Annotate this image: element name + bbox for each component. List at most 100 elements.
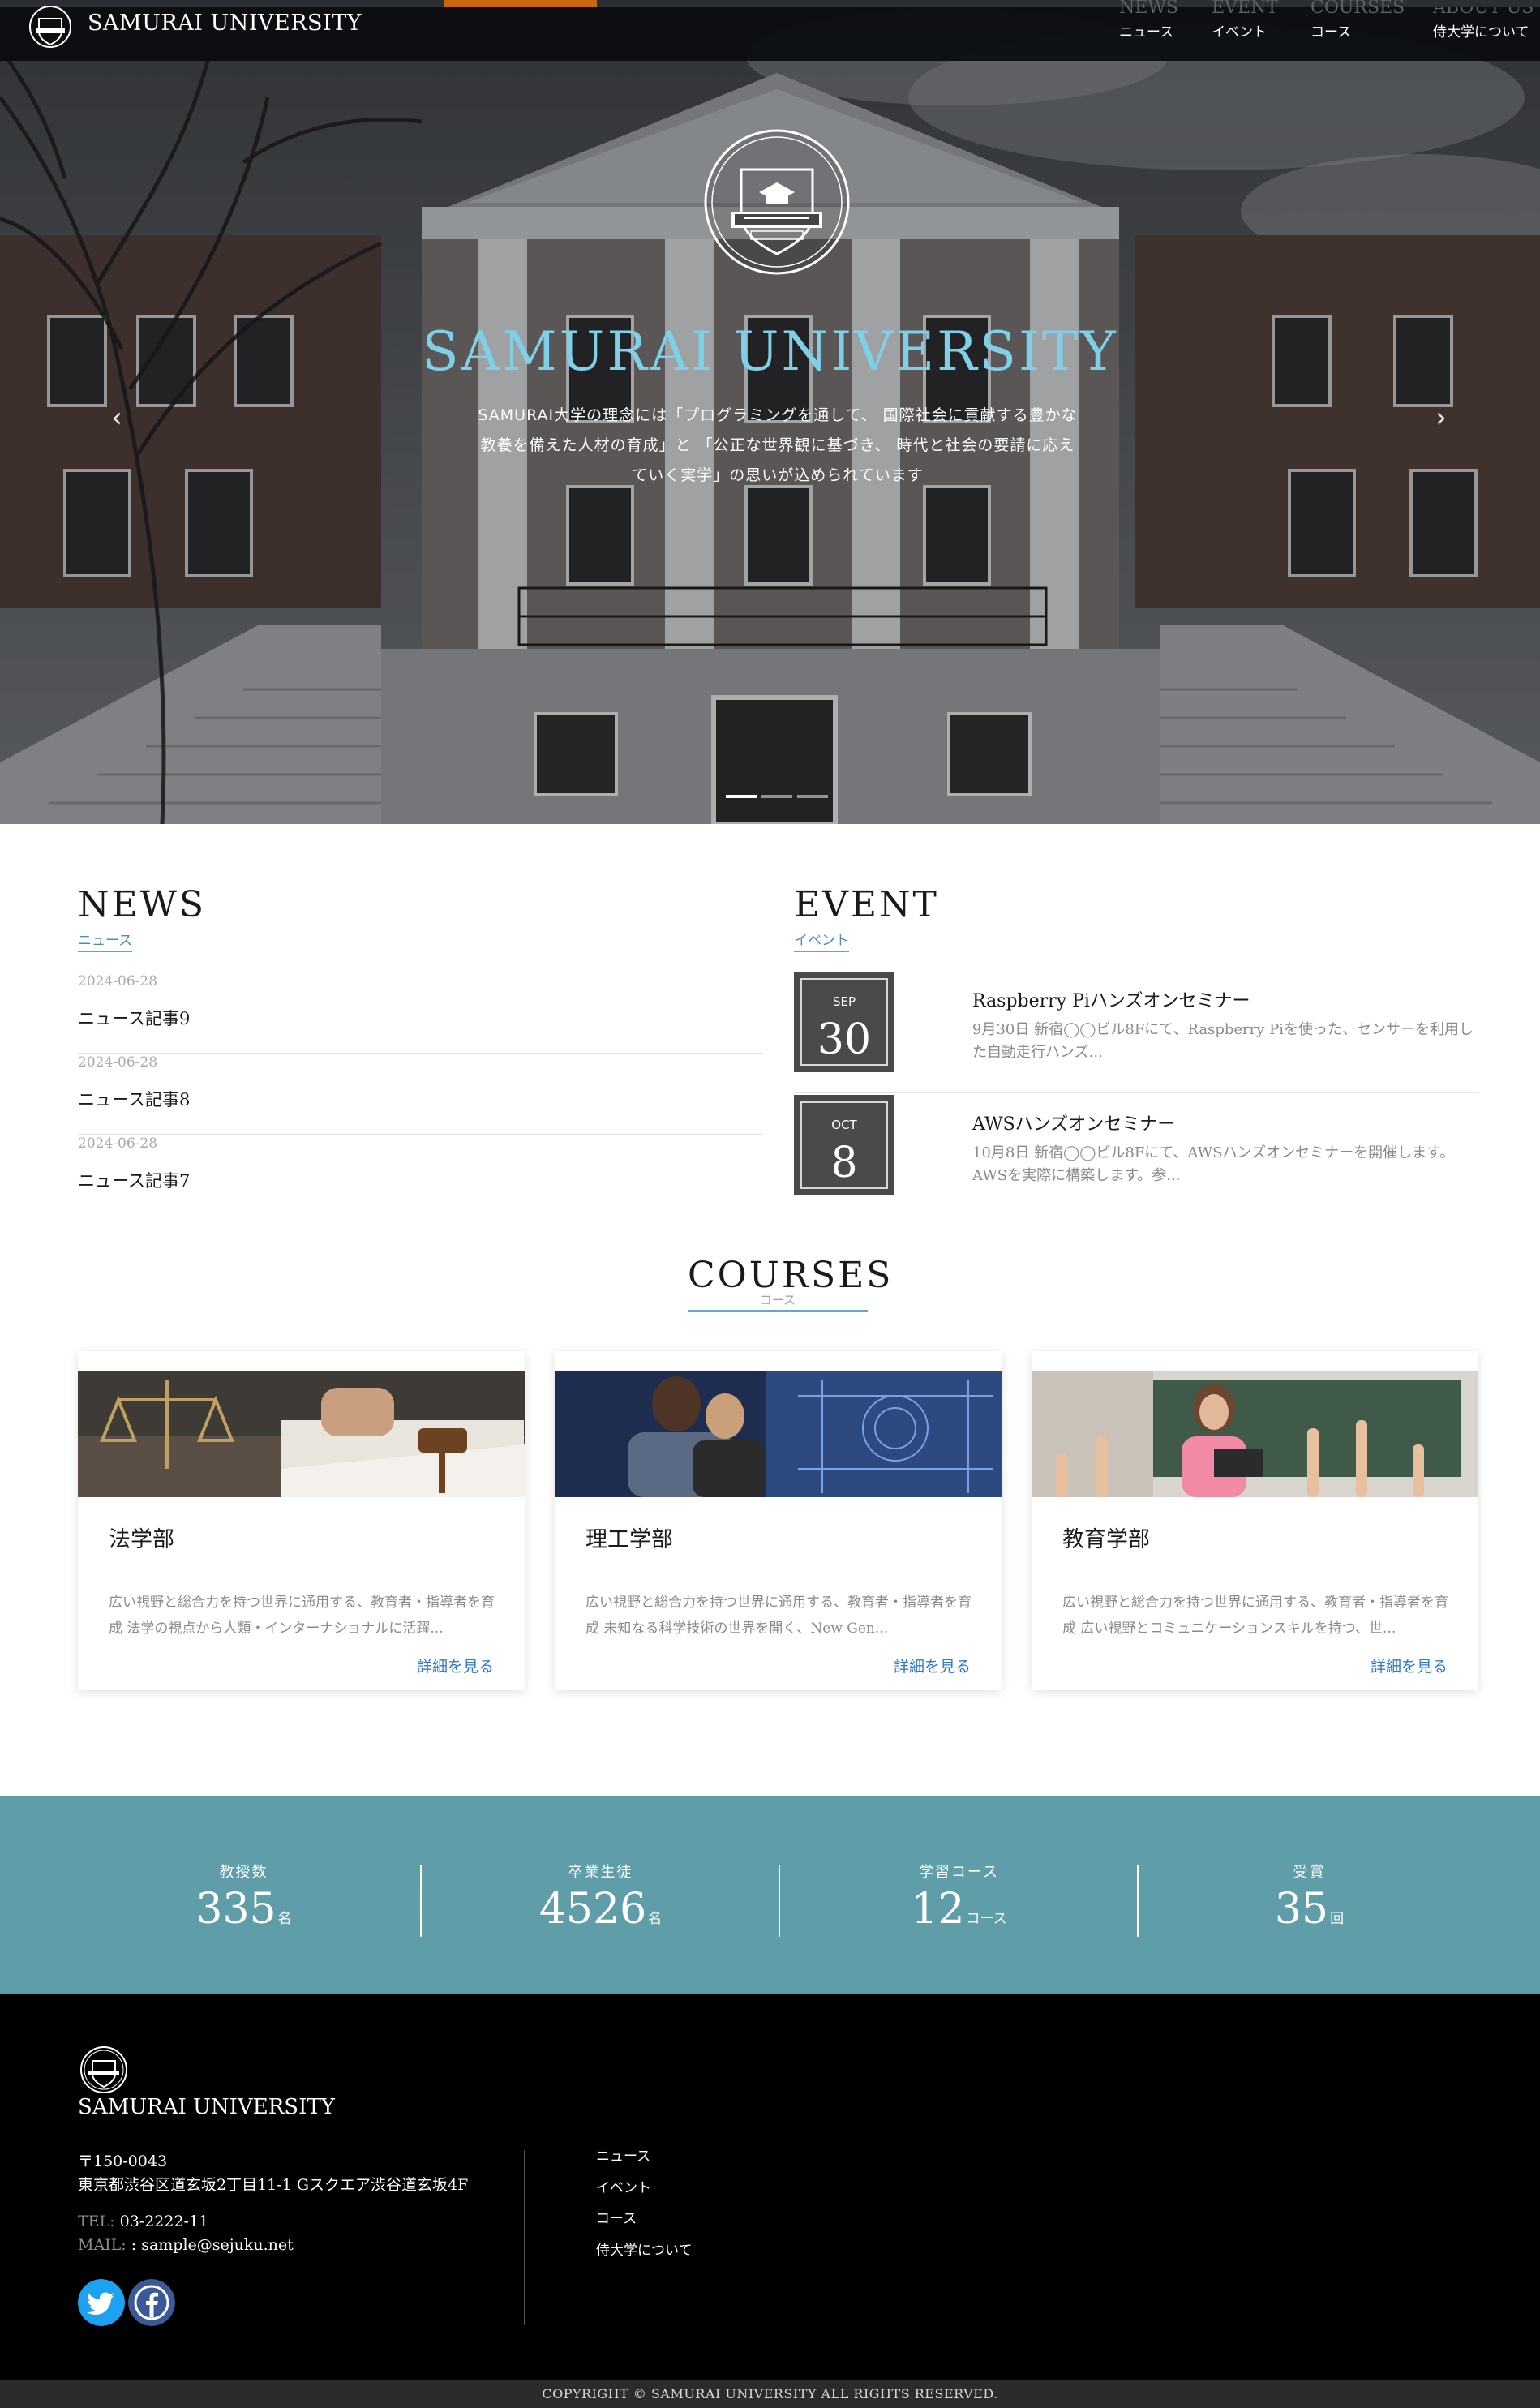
footer-link-courses[interactable]: コース (596, 2204, 693, 2235)
news-item[interactable]: 2024-06-28 ニュース記事7 (78, 1135, 763, 1217)
event-date-badge: SEP 30 (794, 972, 894, 1072)
course-name: 法学部 (109, 1527, 174, 1552)
course-more-link[interactable]: 詳細を見る (894, 1655, 971, 1676)
logo-icon[interactable] (28, 4, 73, 49)
stat-label: 卒業生徒 (568, 1864, 633, 1881)
carousel-indicator[interactable] (726, 795, 757, 798)
footer-logo-icon[interactable] (79, 2045, 129, 2095)
course-image-education (1032, 1371, 1478, 1497)
news-section: NEWS ニュース 2024-06-28 ニュース記事9 2024-06-28 … (78, 884, 763, 1191)
mail-value[interactable]: : sample@sejuku.net (131, 2236, 294, 2254)
event-item[interactable]: OCT 8 AWSハンズオンセミナー 10月8日 新宿◯◯ビル8Fにて、AWSハ… (794, 1095, 1479, 1217)
hero-description: SAMURAI大学の理念には「プログラミングを通して、 国際社会に貢献する豊かな… (421, 401, 1135, 491)
event-item[interactable]: SEP 30 Raspberry Piハンズオンセミナー 9月30日 新宿◯◯ビ… (794, 972, 1479, 1093)
stat-awards: 受賞 35 回 (1130, 1796, 1488, 1994)
section-title: COURSES (688, 1255, 894, 1296)
stats-band: 教授数 335 名 卒業生徒 4526 名 学習コース 12 コース 受賞 35 回 (0, 1796, 1540, 1994)
courses-heading: COURSES コース (688, 1255, 894, 1312)
header-brand[interactable]: SAMURAI UNIVERSITY (88, 11, 362, 36)
stat-unit: コース (966, 1911, 1007, 1927)
course-more-link[interactable]: 詳細を見る (417, 1655, 494, 1676)
stat-professors: 教授数 335 名 (65, 1796, 423, 1994)
news-date: 2024-06-28 (78, 973, 158, 989)
nav-item-jp: 侍大学について (1433, 24, 1529, 41)
footer-link-event[interactable]: イベント (596, 2173, 693, 2204)
carousel-indicator[interactable] (797, 795, 828, 798)
course-card-education[interactable]: 教育学部 広い視野と総合力を持つ世界に通用する、教育者・指導者を育成 広い視野と… (1032, 1351, 1478, 1690)
stat-value-wrap: 35 回 (1130, 1885, 1488, 1934)
event-title: Raspberry Piハンズオンセミナー (972, 991, 1250, 1011)
news-item[interactable]: 2024-06-28 ニュース記事8 (78, 1054, 763, 1135)
nav-item-event[interactable]: EVENT イベント (1212, 0, 1278, 41)
hero-description-line: SAMURAI大学の理念には「プログラミングを通して、 国際社会に貢献する豊かな (478, 406, 1078, 424)
carousel-indicators (726, 795, 831, 800)
footer-street: 東京都渋谷区道玄坂2丁目11-1 Gスクエア渋谷道玄坂4F (78, 2176, 469, 2194)
mail-label: MAIL: (78, 2236, 127, 2254)
course-text: 広い視野と総合力を持つ世界に通用する、教育者・指導者を育成 法学の視点から人類・… (109, 1595, 495, 1637)
stat-unit: 名 (277, 1911, 292, 1927)
nav-item-en: COURSES (1311, 0, 1405, 18)
course-more-link[interactable]: 詳細を見る (1371, 1655, 1448, 1676)
footer-address: 〒150-0043 東京都渋谷区道玄坂2丁目11-1 Gスクエア渋谷道玄坂4F (78, 2150, 468, 2197)
event-text: 10月8日 新宿◯◯ビル8Fにて、AWSハンズオンセミナーを開催します。AWSを… (972, 1144, 1455, 1184)
footer-mail: MAIL: : sample@sejuku.net (78, 2234, 294, 2257)
nav-item-about[interactable]: ABOUT US 侍大学について (1433, 7, 1540, 41)
facebook-icon[interactable] (128, 2279, 175, 2326)
stat-value: 12 (911, 1885, 965, 1934)
nav-item-news[interactable]: NEWS ニュース (1119, 0, 1178, 41)
footer-tel: TEL: 03-2222-11 (78, 2210, 294, 2234)
event-title: AWSハンズオンセミナー (972, 1114, 1176, 1135)
footer-contact: TEL: 03-2222-11 MAIL: : sample@sejuku.ne… (78, 2210, 294, 2257)
chevron-right-icon[interactable]: › (1429, 401, 1453, 434)
course-image-engineering (555, 1371, 1002, 1497)
news-title: ニュース記事9 (78, 1009, 191, 1028)
news-heading: NEWS ニュース (78, 884, 763, 952)
chevron-left-icon[interactable]: ‹ (105, 401, 129, 434)
stat-value-wrap: 4526 名 (422, 1885, 779, 1934)
course-card-engineering[interactable]: 理工学部 広い視野と総合力を持つ世界に通用する、教育者・指導者を育成 未知なる科… (555, 1351, 1002, 1690)
news-date: 2024-06-28 (78, 1135, 158, 1152)
event-month: OCT (831, 1118, 857, 1132)
stat-value: 4526 (538, 1885, 647, 1934)
copyright: COPYRIGHT © SAMURAI UNIVERSITY ALL RIGHT… (0, 2380, 1540, 2408)
stat-graduates: 卒業生徒 4526 名 (422, 1796, 779, 1994)
site-footer: SAMURAI UNIVERSITY 〒150-0043 東京都渋谷区道玄坂2丁… (0, 1994, 1540, 2380)
nav-item-jp: ニュース (1119, 24, 1174, 41)
course-card-law[interactable]: 法学部 広い視野と総合力を持つ世界に通用する、教育者・指導者を育成 法学の視点か… (78, 1351, 525, 1690)
tel-value[interactable]: 03-2222-11 (120, 2213, 209, 2230)
event-text: 9月30日 新宿◯◯ビル8Fにて、Raspberry Piを使った、センサーを利… (972, 1021, 1474, 1061)
section-title: EVENT (794, 884, 939, 925)
course-text: 広い視野と総合力を持つ世界に通用する、教育者・指導者を育成 広い視野とコミュニケ… (1062, 1595, 1448, 1637)
tel-label: TEL: (78, 2213, 115, 2230)
footer-postal: 〒150-0043 (78, 2153, 168, 2170)
nav-item-courses[interactable]: COURSES コース (1311, 0, 1405, 41)
section-title: NEWS (78, 884, 206, 925)
event-month: SEP (832, 994, 856, 1009)
news-item[interactable]: 2024-06-28 ニュース記事9 (78, 973, 763, 1054)
stat-value: 35 (1274, 1885, 1329, 1934)
event-date-badge: OCT 8 (794, 1095, 894, 1195)
nav-item-jp: イベント (1212, 24, 1267, 41)
nav-item-en: NEWS (1119, 0, 1178, 18)
news-title: ニュース記事8 (78, 1090, 191, 1110)
course-image-law (78, 1371, 525, 1497)
stat-label: 受賞 (1293, 1864, 1326, 1881)
carousel-indicator[interactable] (761, 795, 792, 798)
nav-active-indicator (444, 0, 597, 7)
section-subtitle: ニュース (78, 929, 133, 952)
news-date: 2024-06-28 (78, 1054, 158, 1071)
course-text: 広い視野と総合力を持つ世界に通用する、教育者・指導者を育成 未知なる科学技術の世… (586, 1595, 972, 1637)
course-name: 理工学部 (586, 1527, 673, 1552)
stat-unit: 回 (1330, 1911, 1345, 1927)
hero-description-line: ていく実学」の思いが込められています (632, 466, 924, 484)
stat-unit: 名 (648, 1911, 663, 1927)
footer-link-about[interactable]: 侍大学について (596, 2235, 693, 2267)
event-day: 30 (817, 1015, 872, 1064)
footer-link-news[interactable]: ニュース (596, 2141, 693, 2173)
university-emblem (704, 129, 850, 275)
news-title: ニュース記事7 (78, 1171, 191, 1191)
stat-courses: 学習コース 12 コース (780, 1796, 1138, 1994)
twitter-icon[interactable] (78, 2279, 125, 2326)
section-subtitle: イベント (794, 929, 849, 952)
site-header: SAMURAI UNIVERSITY NEWS ニュース EVENT イベント … (0, 0, 1540, 61)
